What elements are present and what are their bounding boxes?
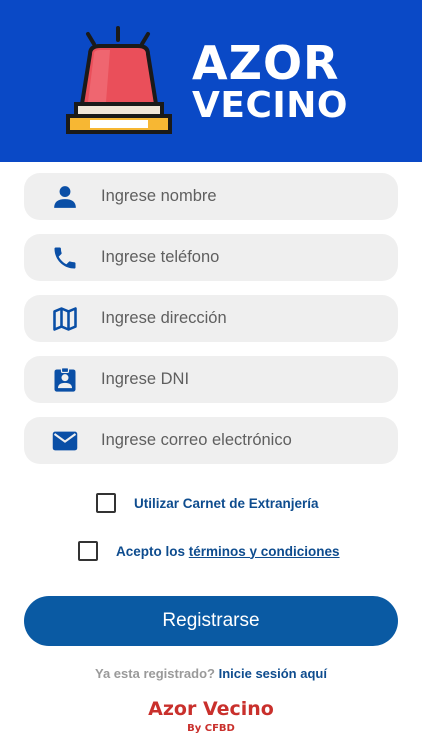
terms-prefix: Acepto los xyxy=(116,543,186,559)
address-input[interactable] xyxy=(101,303,381,334)
foreign-card-label[interactable]: Utilizar Carnet de Extranjería xyxy=(134,496,319,511)
login-link[interactable]: Inicie sesión aquí xyxy=(219,666,327,681)
register-button[interactable]: Registrarse xyxy=(24,596,398,646)
name-field[interactable] xyxy=(24,173,398,220)
login-prompt: Ya esta registrado? Inicie sesión aquí xyxy=(0,666,422,681)
id-badge-icon xyxy=(50,365,80,395)
foreign-card-option[interactable]: Utilizar Carnet de Extranjería xyxy=(96,493,319,513)
address-field[interactable] xyxy=(24,295,398,342)
email-icon xyxy=(50,426,80,456)
app-brand: AZOR VECINO xyxy=(192,40,348,124)
phone-input[interactable] xyxy=(101,242,381,273)
brand-line-1: AZOR xyxy=(192,36,340,90)
terms-link[interactable]: términos y condiciones xyxy=(189,544,340,559)
name-input[interactable] xyxy=(101,181,381,212)
terms-label: Acepto los términos y condiciones xyxy=(116,544,340,559)
footer-title: Azor Vecino xyxy=(148,698,274,720)
login-question: Ya esta registrado? xyxy=(95,666,215,681)
siren-icon xyxy=(66,26,172,134)
phone-icon xyxy=(50,243,80,273)
map-icon xyxy=(50,304,80,334)
footer-subtitle: By CFBD xyxy=(187,723,235,734)
dni-field[interactable] xyxy=(24,356,398,403)
app-header: AZOR VECINO xyxy=(0,0,422,162)
email-field[interactable] xyxy=(24,417,398,464)
terms-checkbox[interactable] xyxy=(78,541,98,561)
person-icon xyxy=(50,182,80,212)
email-input[interactable] xyxy=(101,425,381,456)
dni-input[interactable] xyxy=(101,364,381,395)
foreign-card-checkbox[interactable] xyxy=(96,493,116,513)
terms-option[interactable]: Acepto los términos y condiciones xyxy=(78,541,340,561)
phone-field[interactable] xyxy=(24,234,398,281)
brand-line-2: VECINO xyxy=(192,85,348,126)
